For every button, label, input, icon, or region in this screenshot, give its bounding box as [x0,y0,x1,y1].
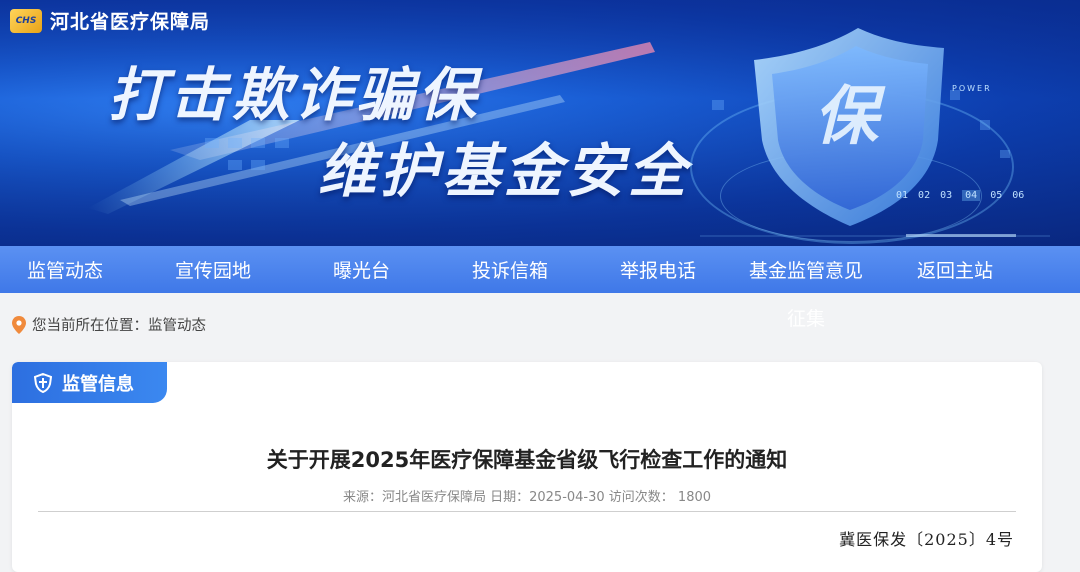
nav-item-fund-opinion-overflow[interactable]: 征集 [787,304,825,331]
nav-item-publicity[interactable]: 宣传园地 [175,246,251,293]
breadcrumb-prefix: 您当前所在位置： [32,318,148,334]
number-strip: 01 02 03 04 05 06 [896,190,1025,201]
nav-item-report-hotline[interactable]: 举报电话 [620,246,696,293]
site-title: 河北省医疗保障局 [50,11,211,33]
slogan-line-1: 打击欺诈骗保 [108,61,481,129]
section-tab-label: 监管信息 [62,373,134,395]
shield-caption: POWER [952,84,992,93]
divider [38,511,1016,512]
content-card: 监管信息 关于开展2025年医疗保障基金省级飞行检查工作的通知 来源：河北省医疗… [12,362,1042,572]
document-number: 冀医保发〔2025〕4号 [839,530,1014,549]
breadcrumb-current[interactable]: 监管动态 [148,314,206,335]
location-pin-icon [12,315,26,334]
svg-text:保: 保 [814,80,886,154]
logo-badge-icon: CHS [10,8,42,33]
section-tab: 监管信息 [12,362,167,403]
main-nav: 监管动态 宣传园地 曝光台 投诉信箱 举报电话 基金监管意见 返回主站 [0,246,1080,293]
site-logo[interactable]: CHS 河北省医疗保障局 [10,7,210,34]
nav-item-exposure[interactable]: 曝光台 [333,246,390,293]
slogan-line-2: 维护基金安全 [318,137,691,205]
article-meta: 来源：河北省医疗保障局 日期：2025-04-30 访问次数： 1800 [342,490,712,505]
decorative-bar [906,234,1016,237]
article-title: 关于开展2025年医疗保障基金省级飞行检查工作的通知 [266,448,788,472]
breadcrumb: 您当前所在位置： 监管动态 [12,314,206,335]
nav-item-supervision-news[interactable]: 监管动态 [27,246,103,293]
banner: CHS 河北省医疗保障局 打击欺诈骗保 维护基金安全 保 POWER 01 02… [0,0,1080,246]
nav-item-home[interactable]: 返回主站 [917,246,993,293]
nav-item-fund-opinion[interactable]: 基金监管意见 [749,246,863,293]
shield-check-icon [34,372,52,393]
nav-item-complaint-mailbox[interactable]: 投诉信箱 [472,246,548,293]
